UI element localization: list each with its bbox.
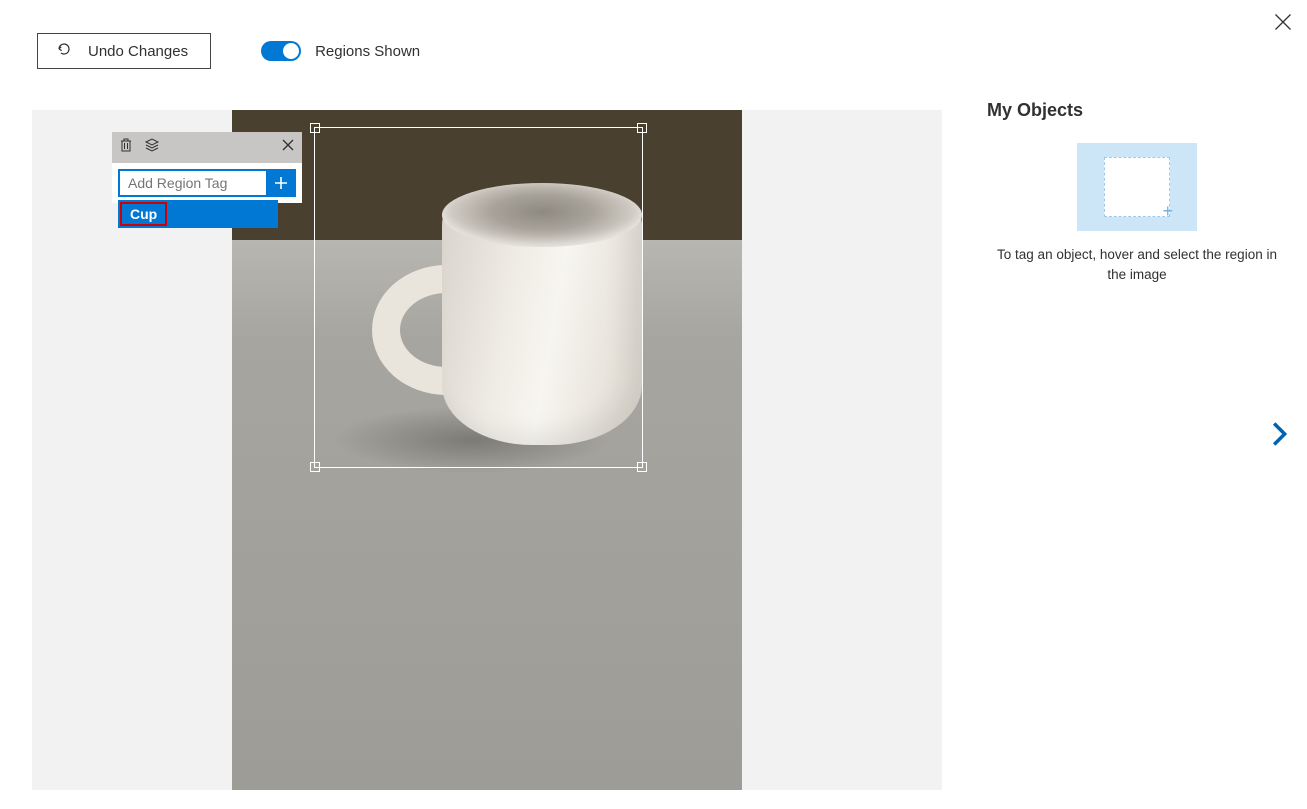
sidebar: My Objects + To tag an object, hover and… <box>987 100 1287 286</box>
region-handle-bl[interactable] <box>310 462 320 472</box>
add-tag-button[interactable] <box>266 169 296 197</box>
region-selection[interactable] <box>314 127 643 468</box>
close-popup-icon[interactable] <box>280 137 296 158</box>
region-handle-tl[interactable] <box>310 123 320 133</box>
tag-popup-toolbar <box>112 132 302 163</box>
undo-icon <box>56 41 72 61</box>
regions-toggle-label: Regions Shown <box>315 43 420 60</box>
layers-icon[interactable] <box>144 137 160 158</box>
tag-input-row <box>112 163 302 203</box>
object-placeholder[interactable]: + <box>1077 143 1197 231</box>
delete-icon[interactable] <box>118 137 134 158</box>
close-icon[interactable] <box>1273 12 1293 32</box>
next-button[interactable] <box>1269 420 1291 453</box>
regions-toggle[interactable] <box>261 41 301 61</box>
undo-label: Undo Changes <box>88 43 188 60</box>
image-holder[interactable] <box>232 110 742 790</box>
region-handle-tr[interactable] <box>637 123 647 133</box>
sidebar-title: My Objects <box>987 100 1287 121</box>
plus-icon: + <box>1162 202 1173 220</box>
undo-button[interactable]: Undo Changes <box>37 33 211 69</box>
top-toolbar: Undo Changes Regions Shown <box>37 33 420 69</box>
regions-toggle-wrap: Regions Shown <box>261 41 420 61</box>
dashed-box-icon: + <box>1104 157 1170 217</box>
tag-input[interactable] <box>118 169 266 197</box>
region-handle-br[interactable] <box>637 462 647 472</box>
sidebar-hint: To tag an object, hover and select the r… <box>987 245 1287 286</box>
tag-popup: Cup <box>112 132 302 203</box>
tag-suggestion-label: Cup <box>120 202 167 226</box>
tag-suggestion[interactable]: Cup <box>118 200 278 228</box>
